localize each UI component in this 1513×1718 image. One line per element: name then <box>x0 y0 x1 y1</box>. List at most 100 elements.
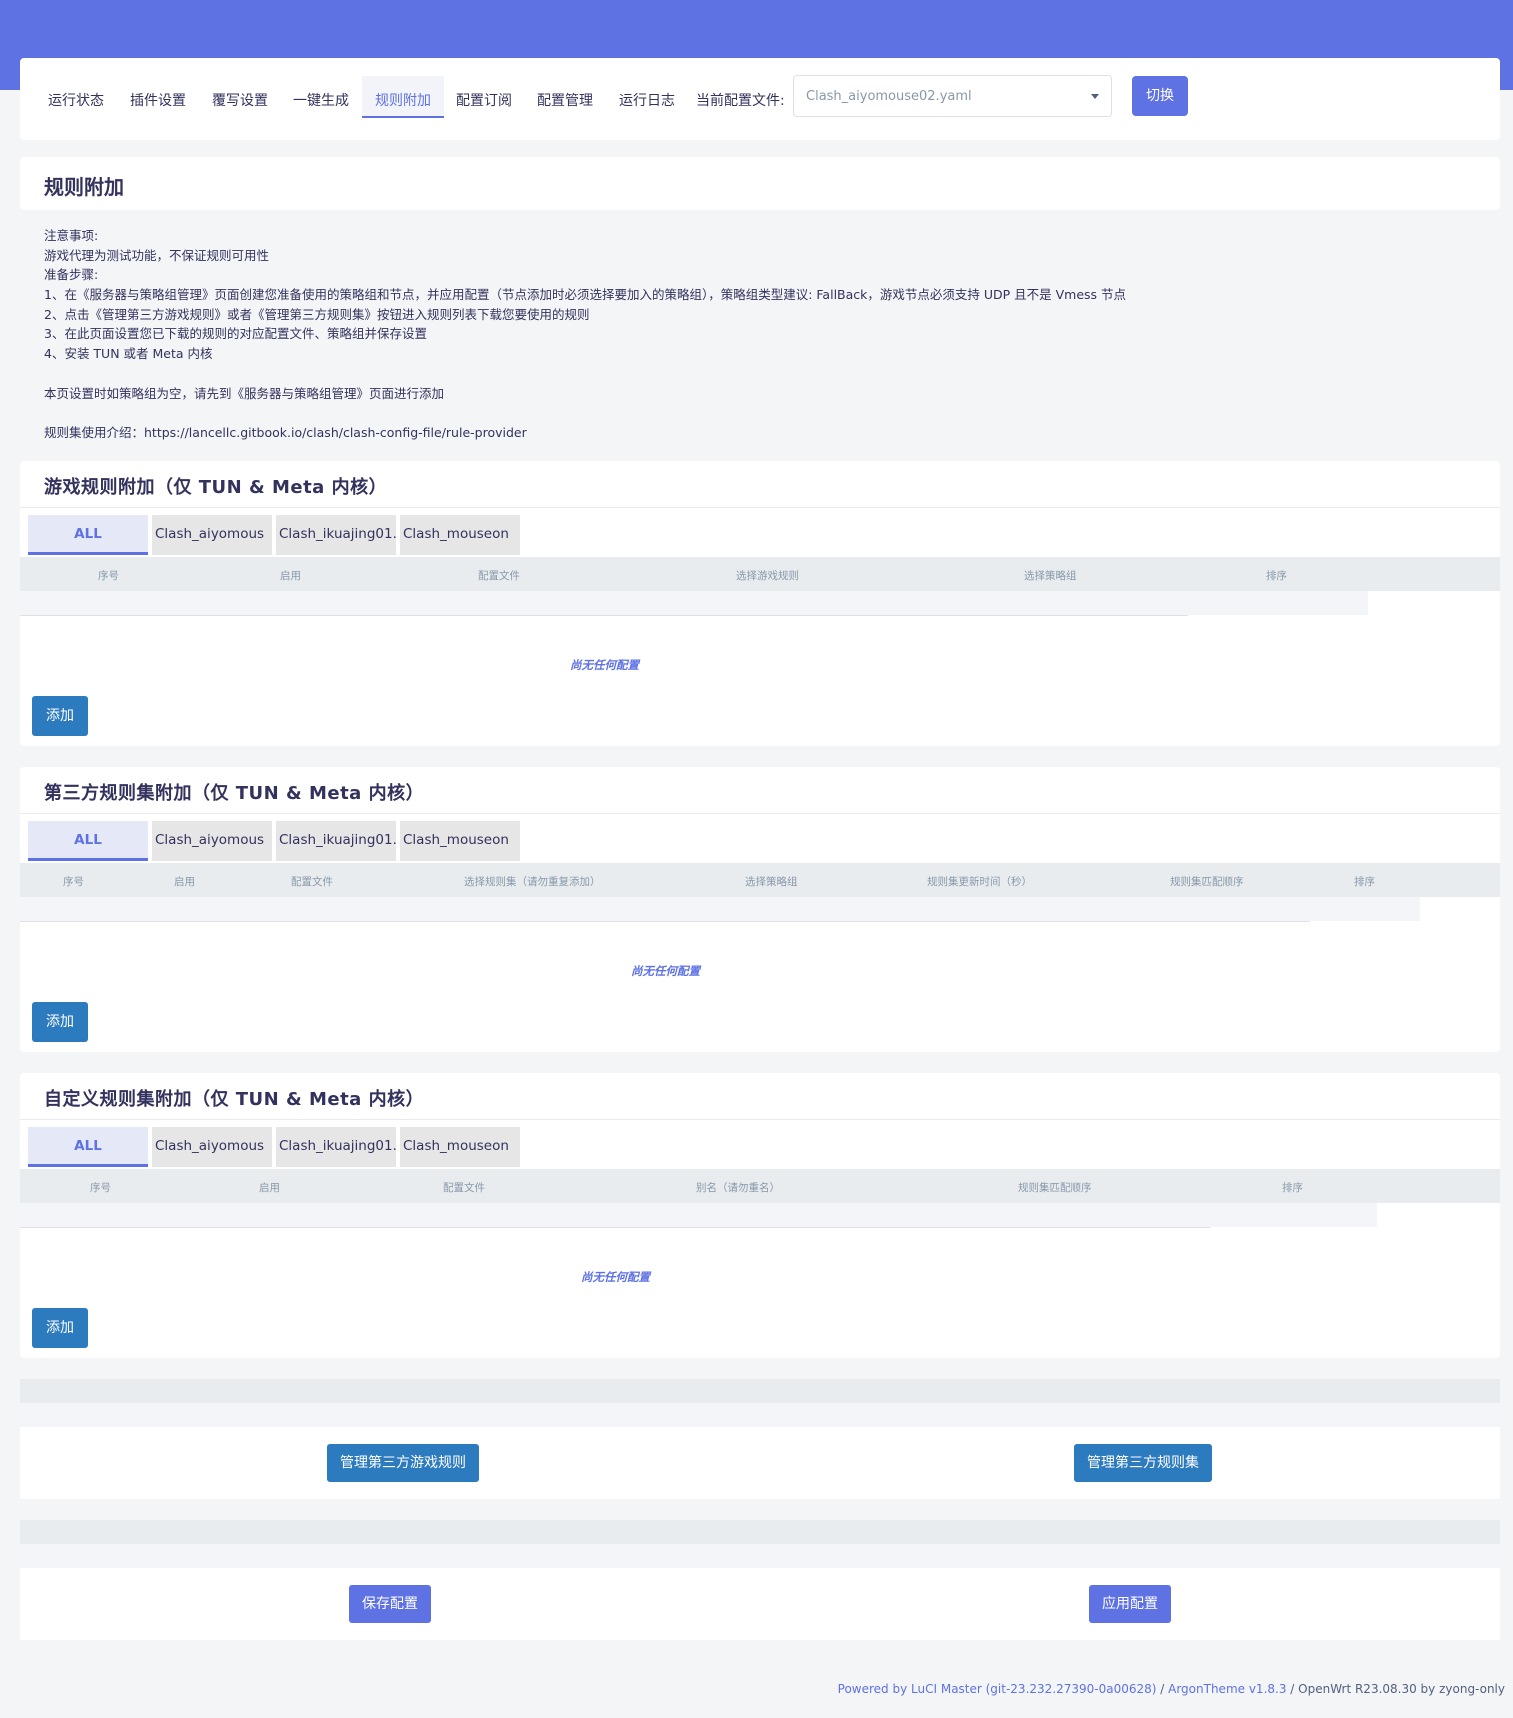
table-placeholder-row <box>20 1203 1377 1227</box>
tab-override-settings[interactable]: 覆写设置 <box>212 90 268 110</box>
section-strip <box>20 1544 1500 1568</box>
add-game-rule-button[interactable]: 添加 <box>32 696 88 736</box>
filter-tab-config[interactable]: Clash_mouseon <box>400 515 520 555</box>
filter-tab-config[interactable]: Clash_mouseon <box>400 1127 520 1167</box>
section-title: 自定义规则集附加（仅 TUN & Meta 内核） <box>44 1089 425 1110</box>
column-header: 配置文件 <box>478 570 520 582</box>
tab-run-log[interactable]: 运行日志 <box>619 90 675 110</box>
os-version: OpenWrt R23.08.30 by zyong-only <box>1298 1682 1505 1696</box>
footer: Powered by LuCI Master (git-23.232.27390… <box>838 1682 1505 1696</box>
table-header: 序号 启用 配置文件 选择规则集（请勿重复添加） 选择策略组 规则集更新时间（秒… <box>20 863 1500 897</box>
column-header: 选择游戏规则 <box>736 570 799 582</box>
empty-table-message: 尚无任何配置 <box>631 964 700 978</box>
luci-link[interactable]: Powered by LuCI Master (git-23.232.27390… <box>838 1682 1157 1696</box>
notes-block: 注意事项: 游戏代理为测试功能，不保证规则可用性 准备步骤: 1、在《服务器与策… <box>44 226 1484 443</box>
table-placeholder-row <box>20 897 1420 921</box>
manage-rule-sets-button[interactable]: 管理第三方规则集 <box>1074 1444 1212 1482</box>
save-apply-card: 保存配置 应用配置 <box>20 1568 1500 1640</box>
column-header: 配置文件 <box>443 1182 485 1194</box>
section-strip <box>20 1379 1500 1403</box>
column-header: 别名（请勿重名） <box>696 1182 780 1194</box>
config-file-value: Clash_aiyomouse02.yaml <box>806 89 972 104</box>
empty-table-message: 尚无任何配置 <box>581 1270 650 1284</box>
filter-tab-config[interactable]: Clash_aiyomous <box>152 515 272 555</box>
column-header: 序号 <box>63 876 84 888</box>
note-line: 游戏代理为测试功能，不保证规则可用性 <box>44 247 270 263</box>
note-line: 本页设置时如策略组为空，请先到《服务器与策略组管理》页面进行添加 <box>44 385 445 401</box>
page-title: 规则附加 <box>44 175 124 199</box>
note-line: 3、在此页面设置您已下载的规则的对应配置文件、策略组并保存设置 <box>44 326 427 342</box>
column-header: 规则集匹配顺序 <box>1170 876 1244 888</box>
column-header: 规则集更新时间（秒） <box>927 876 1032 888</box>
empty-table-message: 尚无任何配置 <box>570 658 639 672</box>
section-title: 第三方规则集附加（仅 TUN & Meta 内核） <box>44 783 425 804</box>
tab-config-subscribe[interactable]: 配置订阅 <box>456 90 512 110</box>
tab-config-manage[interactable]: 配置管理 <box>537 90 593 110</box>
column-header: 排序 <box>1266 570 1287 582</box>
config-file-select[interactable]: Clash_aiyomouse02.yaml <box>793 75 1112 117</box>
footer-separator: / <box>1286 1682 1299 1696</box>
filter-tab-config[interactable]: Clash_aiyomous <box>152 1127 272 1167</box>
divider <box>20 1227 1210 1228</box>
filter-tab-config[interactable]: Clash_aiyomous <box>152 821 272 861</box>
table-placeholder-row <box>20 591 1368 615</box>
caret-down-icon <box>1091 94 1099 99</box>
table-header: 序号 启用 配置文件 别名（请勿重名） 规则集匹配顺序 排序 <box>20 1169 1500 1203</box>
switch-button[interactable]: 切换 <box>1132 76 1188 116</box>
divider <box>20 615 1188 616</box>
filter-tab-config[interactable]: Clash_ikuajing01. <box>276 821 396 861</box>
divider <box>20 507 1500 508</box>
column-header: 启用 <box>259 1182 280 1194</box>
filter-tab-config[interactable]: Clash_ikuajing01. <box>276 1127 396 1167</box>
filter-tab-config[interactable]: Clash_mouseon <box>400 821 520 861</box>
note-line: 4、安装 TUN 或者 Meta 内核 <box>44 346 213 362</box>
divider <box>20 921 1310 922</box>
manage-buttons-card: 管理第三方游戏规则 管理第三方规则集 <box>20 1427 1500 1499</box>
column-header: 启用 <box>280 570 301 582</box>
column-header: 选择规则集（请勿重复添加） <box>464 876 601 888</box>
section-custom-rule-sets: 自定义规则集附加（仅 TUN & Meta 内核） ALL Clash_aiyo… <box>20 1073 1500 1358</box>
note-line: 1、在《服务器与策略组管理》页面创建您准备使用的策略组和节点，并应用配置（节点添… <box>44 287 1127 303</box>
divider <box>20 813 1500 814</box>
save-config-button[interactable]: 保存配置 <box>349 1585 431 1623</box>
section-strip <box>20 1403 1500 1427</box>
note-line <box>44 364 1484 384</box>
page-title-card: 规则附加 <box>20 157 1500 210</box>
nav-tabs-card: 运行状态 插件设置 覆写设置 一键生成 规则附加 配置订阅 配置管理 运行日志 … <box>20 58 1500 140</box>
apply-config-button[interactable]: 应用配置 <box>1089 1585 1171 1623</box>
filter-tab-config[interactable]: Clash_ikuajing01. <box>276 515 396 555</box>
note-line: 2、点击《管理第三方游戏规则》或者《管理第三方规则集》按钮进入规则列表下载您要使… <box>44 306 590 322</box>
column-header: 配置文件 <box>291 876 333 888</box>
tab-one-click-generate[interactable]: 一键生成 <box>293 90 349 110</box>
column-header: 排序 <box>1282 1182 1303 1194</box>
column-header: 启用 <box>174 876 195 888</box>
column-header: 选择策略组 <box>1024 570 1077 582</box>
add-custom-rule-set-button[interactable]: 添加 <box>32 1308 88 1348</box>
note-line: 准备步骤: <box>44 267 99 283</box>
note-line <box>44 403 1484 423</box>
rule-provider-link[interactable]: 规则集使用介绍：https://lancellc.gitbook.io/clas… <box>44 423 1484 443</box>
tab-rule-append[interactable]: 规则附加 <box>362 76 444 118</box>
section-strip <box>20 1520 1500 1544</box>
section-title: 游戏规则附加（仅 TUN & Meta 内核） <box>44 477 388 498</box>
column-header: 规则集匹配顺序 <box>1018 1182 1092 1194</box>
divider <box>20 1119 1500 1120</box>
add-rule-provider-button[interactable]: 添加 <box>32 1002 88 1042</box>
column-header: 排序 <box>1354 876 1375 888</box>
tab-plugin-settings[interactable]: 插件设置 <box>130 90 186 110</box>
column-header: 序号 <box>98 570 119 582</box>
filter-tab-all[interactable]: ALL <box>28 821 148 861</box>
filter-tab-all[interactable]: ALL <box>28 1127 148 1167</box>
section-game-rules: 游戏规则附加（仅 TUN & Meta 内核） ALL Clash_aiyomo… <box>20 461 1500 746</box>
column-header: 选择策略组 <box>745 876 798 888</box>
filter-tab-all[interactable]: ALL <box>28 515 148 555</box>
section-rule-providers: 第三方规则集附加（仅 TUN & Meta 内核） ALL Clash_aiyo… <box>20 767 1500 1052</box>
manage-game-rules-button[interactable]: 管理第三方游戏规则 <box>327 1444 479 1482</box>
footer-separator: / <box>1156 1682 1169 1696</box>
column-header: 序号 <box>90 1182 111 1194</box>
theme-link[interactable]: ArgonTheme v1.8.3 <box>1168 1682 1286 1696</box>
current-config-label: 当前配置文件: <box>696 93 785 109</box>
table-header: 序号 启用 配置文件 选择游戏规则 选择策略组 排序 <box>20 557 1500 591</box>
tab-run-status[interactable]: 运行状态 <box>48 90 104 110</box>
note-line: 注意事项: <box>44 228 99 243</box>
